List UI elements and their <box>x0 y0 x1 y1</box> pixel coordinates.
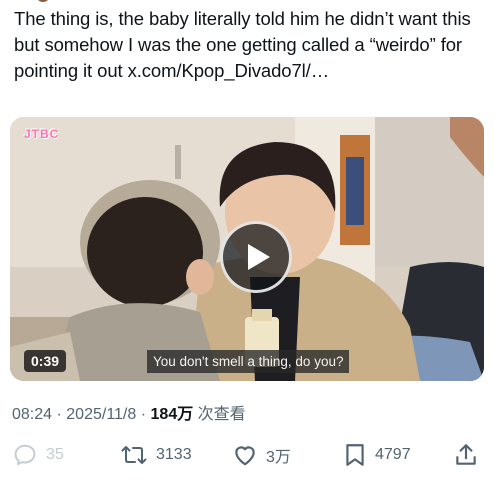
video-subtitle: You don't smell a thing, do you? <box>147 350 350 373</box>
tweet-time[interactable]: 08:24 <box>12 406 52 423</box>
author-avatar-fragment[interactable] <box>36 0 50 2</box>
meta-separator-2: · <box>140 406 147 423</box>
views-count[interactable]: 184万 <box>151 406 194 423</box>
retweet-count: 3133 <box>156 446 192 463</box>
channel-logo: JTBC <box>24 127 60 141</box>
retweet-icon <box>121 446 147 464</box>
heart-icon <box>235 446 255 466</box>
tweet-text: The thing is, the baby literally told hi… <box>14 6 484 84</box>
like-count: 3万 <box>266 449 291 466</box>
retweet-button[interactable]: 3133 <box>120 440 192 470</box>
reply-count: 35 <box>46 446 64 463</box>
tweet-link[interactable]: x.com/Kpop_Divado7l/… <box>128 60 330 81</box>
video-player[interactable]: JTBC 0:39 You don't smell a thing, do yo… <box>10 117 484 381</box>
bookmark-icon <box>346 444 364 466</box>
like-button[interactable]: 3万 <box>232 440 291 470</box>
video-duration-badge: 0:39 <box>24 350 67 372</box>
play-icon <box>248 244 270 270</box>
bookmark-button[interactable]: 4797 <box>343 440 411 470</box>
bookmark-count: 4797 <box>375 446 411 463</box>
meta-separator: · <box>56 406 62 423</box>
reply-icon <box>14 444 36 466</box>
reply-button[interactable]: 35 <box>12 440 64 470</box>
tweet-date[interactable]: 2025/11/8 <box>66 406 136 423</box>
tweet-meta: 08:24 · 2025/11/8 · 184万 次查看 <box>12 400 246 424</box>
views-label: 次查看 <box>197 406 246 423</box>
play-button[interactable] <box>220 221 292 293</box>
action-bar: 35 3133 3万 4797 <box>0 440 494 470</box>
share-icon <box>456 444 476 465</box>
share-button[interactable] <box>453 440 479 470</box>
